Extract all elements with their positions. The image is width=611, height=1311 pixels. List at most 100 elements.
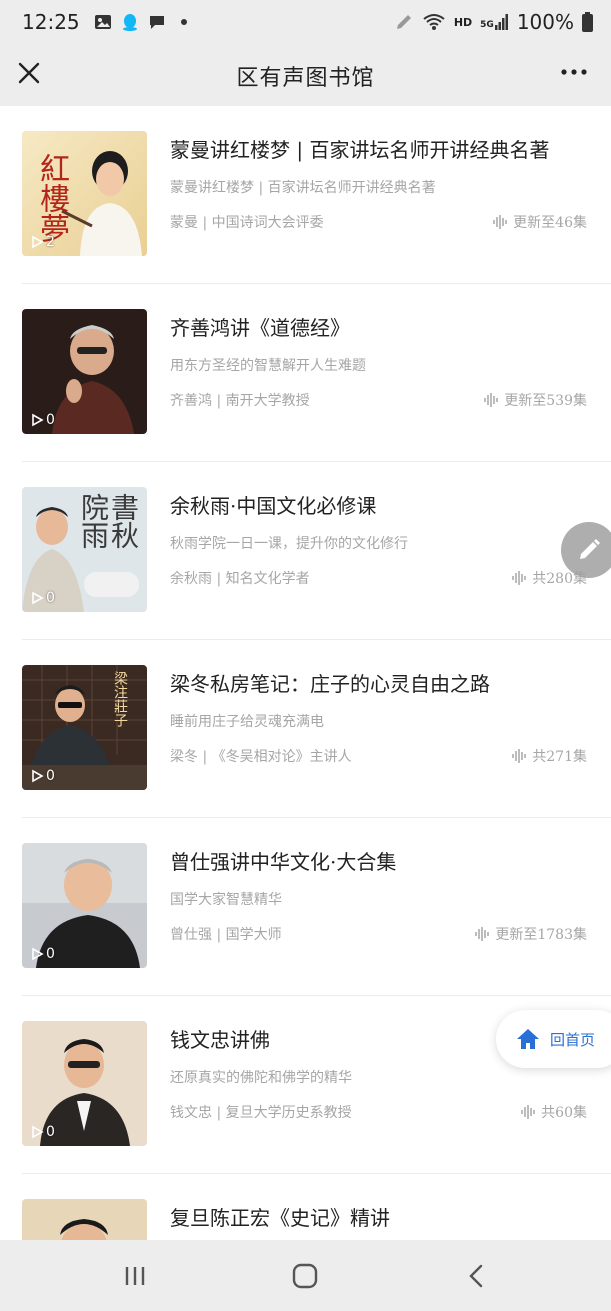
play-count: 0	[30, 946, 55, 962]
gallery-icon	[94, 15, 111, 29]
item-description: 用东方圣经的智慧解开人生难题	[170, 358, 366, 374]
page-title: 区有声图书馆	[236, 66, 375, 91]
play-icon	[32, 947, 44, 961]
back-icon[interactable]	[462, 1262, 492, 1290]
play-count-value: 0	[46, 946, 55, 962]
play-count-value: 0	[46, 412, 55, 428]
play-icon	[32, 413, 44, 427]
cover-image: 0	[22, 309, 147, 434]
item-author: 钱文忠 | 复旦大学历史系教授	[170, 1105, 352, 1121]
cover-image: 書秋 院雨 0	[22, 487, 147, 612]
episode-count-text: 更新至1783集	[495, 927, 587, 943]
hd-indicator: HD	[453, 15, 473, 29]
status-time: 12:25	[22, 10, 80, 34]
item-author: 曾仕强 | 国学大师	[170, 927, 282, 943]
item-author: 梁冬 | 《冬吴相对论》主讲人	[170, 749, 352, 765]
play-count-value: 0	[46, 768, 55, 784]
audio-wave-icon	[521, 1105, 535, 1119]
list-item[interactable]: 紅樓夢 2 蒙曼讲红楼梦 | 百家讲坛名师开讲经典名著 蒙曼讲红楼梦 | 百家讲…	[0, 106, 611, 284]
item-author: 齐善鸿 | 南开大学教授	[170, 393, 310, 409]
audio-wave-icon	[493, 215, 507, 229]
wifi-icon	[423, 14, 445, 30]
cover-calligraphy: 紅樓夢	[34, 153, 69, 243]
edit-button[interactable]	[561, 522, 611, 578]
audio-wave-icon	[512, 749, 527, 763]
item-description: 还原真实的佛陀和佛学的精华	[170, 1070, 352, 1086]
cover-calligraphy: 書秋 院雨	[77, 493, 140, 549]
pencil-icon	[580, 539, 600, 559]
episode-count-text: 共60集	[541, 1105, 587, 1121]
episode-count: 更新至46集	[492, 212, 587, 232]
dot-icon	[180, 19, 187, 25]
item-description: 睡前用庄子给灵魂充满电	[170, 714, 324, 730]
item-meta: 齐善鸿 | 南开大学教授 更新至539集	[170, 390, 587, 410]
play-count: 2	[30, 234, 55, 250]
play-count-value: 0	[46, 590, 55, 606]
app-header: 区有声图书馆	[0, 44, 611, 106]
home-nav-icon[interactable]	[290, 1262, 320, 1290]
item-description: 秋雨学院一日一课，提升你的文化修行	[170, 536, 408, 552]
item-meta: 蒙曼 | 中国诗词大会评委 更新至46集	[170, 212, 587, 232]
recent-apps-icon[interactable]	[120, 1262, 150, 1290]
item-title: 齐善鸿讲《道德经》	[170, 316, 350, 340]
play-count: 0	[30, 768, 55, 784]
cover-image	[22, 1199, 147, 1240]
list-item[interactable]: 梁注莊子 0 梁冬私房笔记：庄子的心灵自由之路 睡前用庄子给灵魂充满电 梁冬 |…	[0, 640, 611, 818]
audio-wave-icon	[512, 571, 527, 585]
notification-icons	[94, 13, 193, 31]
episode-count: 共271集	[511, 746, 587, 766]
play-count: 0	[30, 1124, 55, 1140]
qq-icon	[122, 14, 137, 31]
play-icon	[32, 591, 44, 605]
play-icon	[32, 769, 44, 783]
item-meta: 曾仕强 | 国学大师 更新至1783集	[170, 924, 587, 944]
cover-image: 梁注莊子 0	[22, 665, 147, 790]
audio-wave-icon	[475, 927, 490, 941]
home-button[interactable]: 回首页	[496, 1010, 611, 1068]
item-title: 复旦陈正宏《史记》精讲	[170, 1206, 390, 1230]
play-count-value: 0	[46, 1124, 55, 1140]
item-meta: 梁冬 | 《冬吴相对论》主讲人 共271集	[170, 746, 587, 766]
episode-count-text: 更新至539集	[504, 393, 587, 409]
list-item[interactable]: 复旦陈正宏《史记》精讲	[0, 1174, 611, 1240]
episode-count: 共60集	[520, 1102, 587, 1122]
episode-count: 更新至539集	[483, 390, 587, 410]
play-count-value: 2	[46, 234, 55, 250]
battery-percent: 100%	[516, 10, 574, 34]
item-author: 蒙曼 | 中国诗词大会评委	[170, 215, 324, 231]
list-item[interactable]: 書秋 院雨 0 余秋雨·中国文化必修课 秋雨学院一日一课，提升你的文化修行 余秋…	[0, 462, 611, 640]
cover-image: 紅樓夢 2	[22, 131, 147, 256]
episode-count-text: 共271集	[532, 749, 587, 765]
list-item[interactable]: 0 齐善鸿讲《道德经》 用东方圣经的智慧解开人生难题 齐善鸿 | 南开大学教授 …	[0, 284, 611, 462]
item-title: 曾仕强讲中华文化·大合集	[170, 850, 397, 874]
battery-icon	[582, 12, 593, 32]
episode-count: 更新至1783集	[474, 924, 587, 944]
play-count: 0	[30, 412, 55, 428]
system-nav-bar	[0, 1240, 611, 1311]
status-bar: 12:25 HD 5G 100%	[0, 0, 611, 44]
cover-image: 0	[22, 843, 147, 968]
more-icon[interactable]	[559, 64, 589, 80]
play-count: 0	[30, 590, 55, 606]
item-meta: 钱文忠 | 复旦大学历史系教授 共60集	[170, 1102, 587, 1122]
message-icon	[149, 16, 164, 29]
home-icon	[517, 1029, 539, 1049]
pen-icon	[396, 15, 411, 29]
item-description: 国学大家智慧精华	[170, 892, 282, 908]
item-description: 蒙曼讲红楼梦 | 百家讲坛名师开讲经典名著	[170, 180, 436, 196]
item-title: 蒙曼讲红楼梦 | 百家讲坛名师开讲经典名著	[170, 138, 550, 162]
audio-wave-icon	[484, 393, 499, 407]
list-item[interactable]: 0 曾仕强讲中华文化·大合集 国学大家智慧精华 曾仕强 | 国学大师 更新至17…	[0, 818, 611, 996]
item-author: 余秋雨 | 知名文化学者	[170, 571, 310, 587]
play-icon	[32, 235, 44, 249]
home-button-label: 回首页	[550, 1030, 596, 1049]
play-icon	[32, 1125, 44, 1139]
item-title: 余秋雨·中国文化必修课	[170, 494, 377, 518]
episode-count-text: 更新至46集	[513, 215, 587, 231]
cover-calligraphy: 梁注莊子	[112, 671, 128, 727]
network-type: 5G	[480, 20, 494, 30]
signal-icon: 5G	[480, 14, 509, 30]
item-title: 梁冬私房笔记：庄子的心灵自由之路	[170, 672, 490, 696]
cover-image: 0	[22, 1021, 147, 1146]
status-right: HD 5G 100%	[394, 10, 593, 34]
